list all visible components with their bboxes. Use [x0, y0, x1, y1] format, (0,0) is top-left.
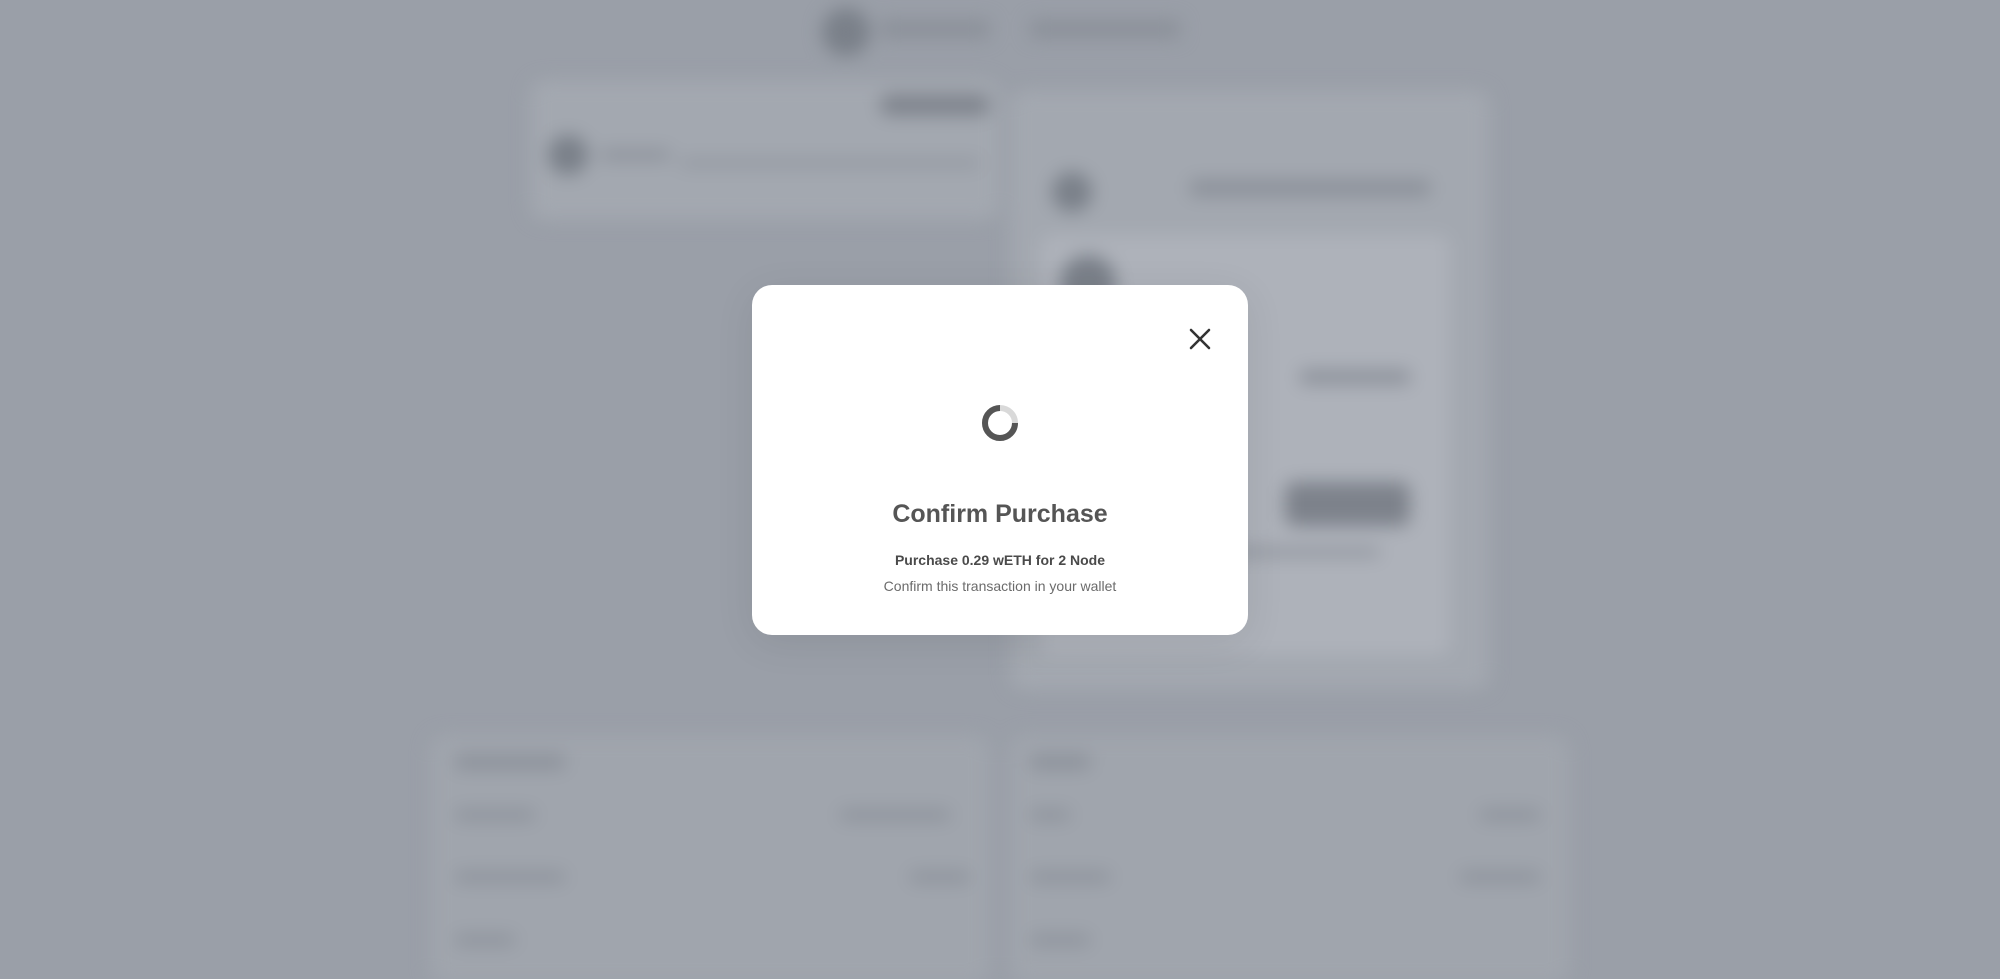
loading-spinner-icon — [980, 403, 1020, 443]
close-button[interactable] — [1184, 323, 1216, 355]
close-icon — [1184, 323, 1216, 355]
purchase-detail: Purchase 0.29 wETH for 2 Node — [894, 552, 1106, 568]
wallet-confirm-hint: Confirm this transaction in your wallet — [883, 578, 1117, 594]
modal-title: Confirm Purchase — [892, 500, 1108, 528]
